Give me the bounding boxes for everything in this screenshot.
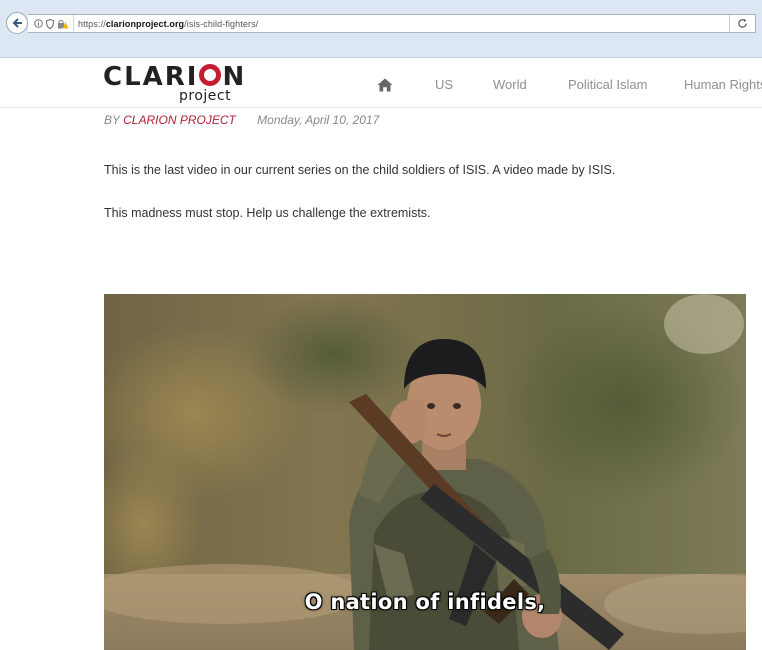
- article-paragraph: This madness must stop. Help us challeng…: [104, 206, 431, 220]
- info-icon: [34, 19, 43, 28]
- url-domain: clarionproject.org: [105, 18, 185, 29]
- author-link[interactable]: CLARION PROJECT: [123, 113, 236, 127]
- video-player[interactable]: O nation of infidels,: [104, 294, 746, 650]
- browser-toolbar: https://clarionproject.org/isis-child-fi…: [0, 0, 762, 58]
- reload-button[interactable]: [729, 15, 755, 32]
- back-button[interactable]: [6, 12, 28, 34]
- logo-subtitle: project: [179, 88, 232, 104]
- site-identity[interactable]: [28, 15, 74, 32]
- video-subtitle: O nation of infidels,: [304, 590, 546, 614]
- site-header: CLARI N project US World Political Islam …: [0, 58, 762, 108]
- nav-item-world[interactable]: World: [493, 77, 527, 92]
- clarion-project-logo[interactable]: CLARI N project: [103, 62, 253, 104]
- logo-ring-icon: [199, 64, 222, 86]
- address-bar[interactable]: https://clarionproject.org/isis-child-fi…: [28, 14, 756, 33]
- back-arrow-icon: [12, 18, 22, 28]
- article-paragraph: This is the last video in our current se…: [104, 163, 616, 177]
- article-byline: BY CLARION PROJECT Monday, April 10, 201…: [104, 113, 379, 127]
- url-path: /isis-child-fighters/: [184, 18, 259, 29]
- publish-date: Monday, April 10, 2017: [257, 113, 380, 127]
- nav-item-human-rights[interactable]: Human Rights: [684, 77, 762, 92]
- lock-warning-icon: [58, 19, 69, 28]
- url-text[interactable]: https://clarionproject.org/isis-child-fi…: [74, 19, 258, 29]
- url-prefix: https://: [78, 18, 106, 29]
- nav-item-us[interactable]: US: [435, 77, 453, 92]
- reload-icon: [738, 18, 747, 28]
- nav-item-political-islam[interactable]: Political Islam: [568, 77, 647, 92]
- home-icon[interactable]: [377, 78, 393, 92]
- shield-icon: [46, 18, 54, 29]
- byline-prefix: BY: [104, 113, 120, 127]
